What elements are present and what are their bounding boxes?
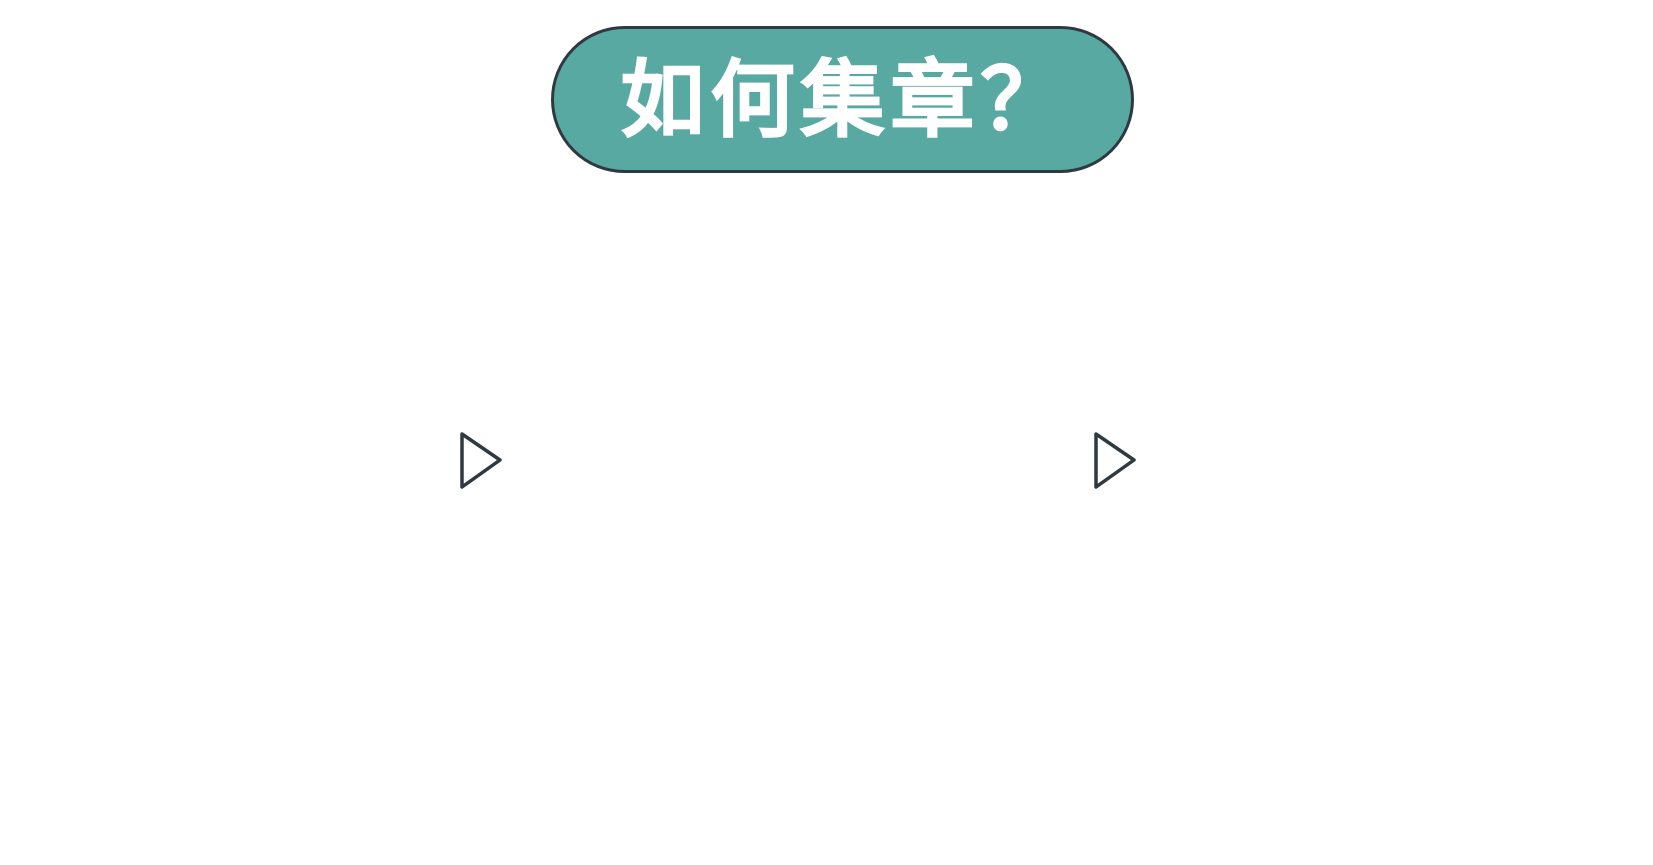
title-pill: 如何集章？ — [551, 26, 1134, 173]
right-play-icon[interactable] — [1090, 430, 1140, 492]
left-play-icon[interactable] — [456, 430, 506, 492]
page-title: 如何集章？ — [620, 50, 1071, 149]
